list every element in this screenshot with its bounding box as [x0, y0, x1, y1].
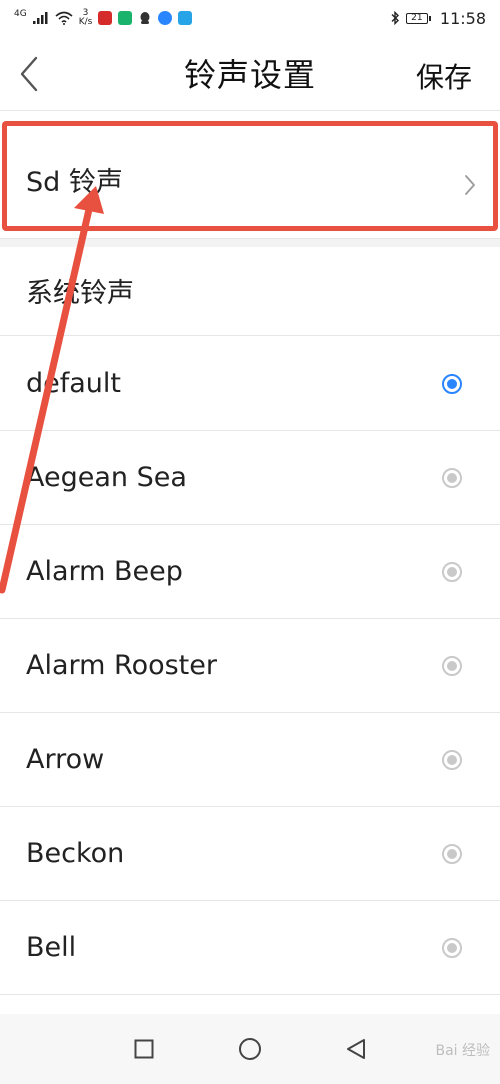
title-bar: 铃声设置 保存 [0, 36, 500, 111]
radio-button[interactable] [442, 938, 462, 958]
recents-button[interactable] [129, 1034, 159, 1064]
bulb-app-icon [178, 11, 193, 25]
save-button[interactable]: 保存 [416, 56, 472, 96]
ringtone-item[interactable]: Aegean Sea [0, 431, 500, 525]
status-left: 4G 3 K/s [14, 9, 193, 27]
network-type: 4G [14, 9, 27, 19]
ringtone-item[interactable]: Beckon [0, 807, 500, 901]
ringtone-label: Alarm Rooster [26, 650, 217, 681]
triangle-back-icon [347, 1039, 365, 1059]
radio-button[interactable] [442, 750, 462, 770]
ringtone-item[interactable]: Bell [0, 901, 500, 995]
status-right: 21 11:58 [390, 9, 486, 28]
speed-unit: K/s [78, 17, 93, 27]
home-button[interactable] [235, 1034, 265, 1064]
ringtone-item[interactable]: Alarm Beep [0, 525, 500, 619]
battery-level: 21 [411, 12, 423, 23]
square-icon [134, 1039, 154, 1059]
ringtone-label: Alarm Beep [26, 556, 183, 587]
bluetooth-icon [391, 11, 399, 25]
network-speed: 3 K/s [79, 9, 93, 27]
sd-ringtone-item[interactable]: Sd 铃声 [0, 124, 500, 234]
ringtone-label: Arrow [26, 744, 105, 775]
chevron-left-icon [20, 56, 38, 92]
ringtone-label: Beckon [26, 838, 125, 869]
browser-app-icon [158, 11, 173, 25]
ringtone-label: Aegean Sea [26, 462, 187, 493]
qq-icon [140, 12, 150, 24]
radio-button[interactable] [442, 656, 462, 676]
watermark: Bai 经验 [435, 1043, 490, 1059]
ringtone-label: default [26, 368, 122, 399]
ringtone-item[interactable]: default [0, 337, 500, 431]
sd-ringtone-section: Sd 铃声 [0, 112, 500, 238]
ringtone-list: default Aegean Sea Alarm Beep Alarm Roos… [0, 337, 500, 995]
ringtone-item[interactable]: Alarm Rooster [0, 619, 500, 713]
radio-button-selected[interactable] [442, 374, 462, 394]
clock: 11:58 [439, 8, 486, 28]
radio-button[interactable] [442, 562, 462, 582]
system-nav-bar [0, 1014, 500, 1084]
shield-app-icon [118, 11, 133, 25]
radio-button[interactable] [442, 468, 462, 488]
chevron-right-icon [465, 175, 475, 195]
page-title: 铃声设置 [183, 56, 316, 94]
back-button[interactable] [14, 54, 44, 94]
system-ringtone-header: 系统铃声 [0, 246, 500, 336]
radio-button[interactable] [442, 844, 462, 864]
sd-ringtone-label: Sd 铃声 [26, 166, 123, 198]
circle-icon [239, 1038, 261, 1060]
ringtone-label: Bell [26, 932, 77, 963]
battery-icon: 21 [405, 12, 431, 24]
ringtone-item[interactable]: Arrow [0, 713, 500, 807]
wifi-icon [55, 11, 73, 25]
back-nav-button[interactable] [341, 1034, 371, 1064]
signal-icon [32, 12, 48, 24]
status-bar: 4G 3 K/s 21 11:58 [0, 0, 500, 36]
app-notification-icon [98, 11, 113, 25]
